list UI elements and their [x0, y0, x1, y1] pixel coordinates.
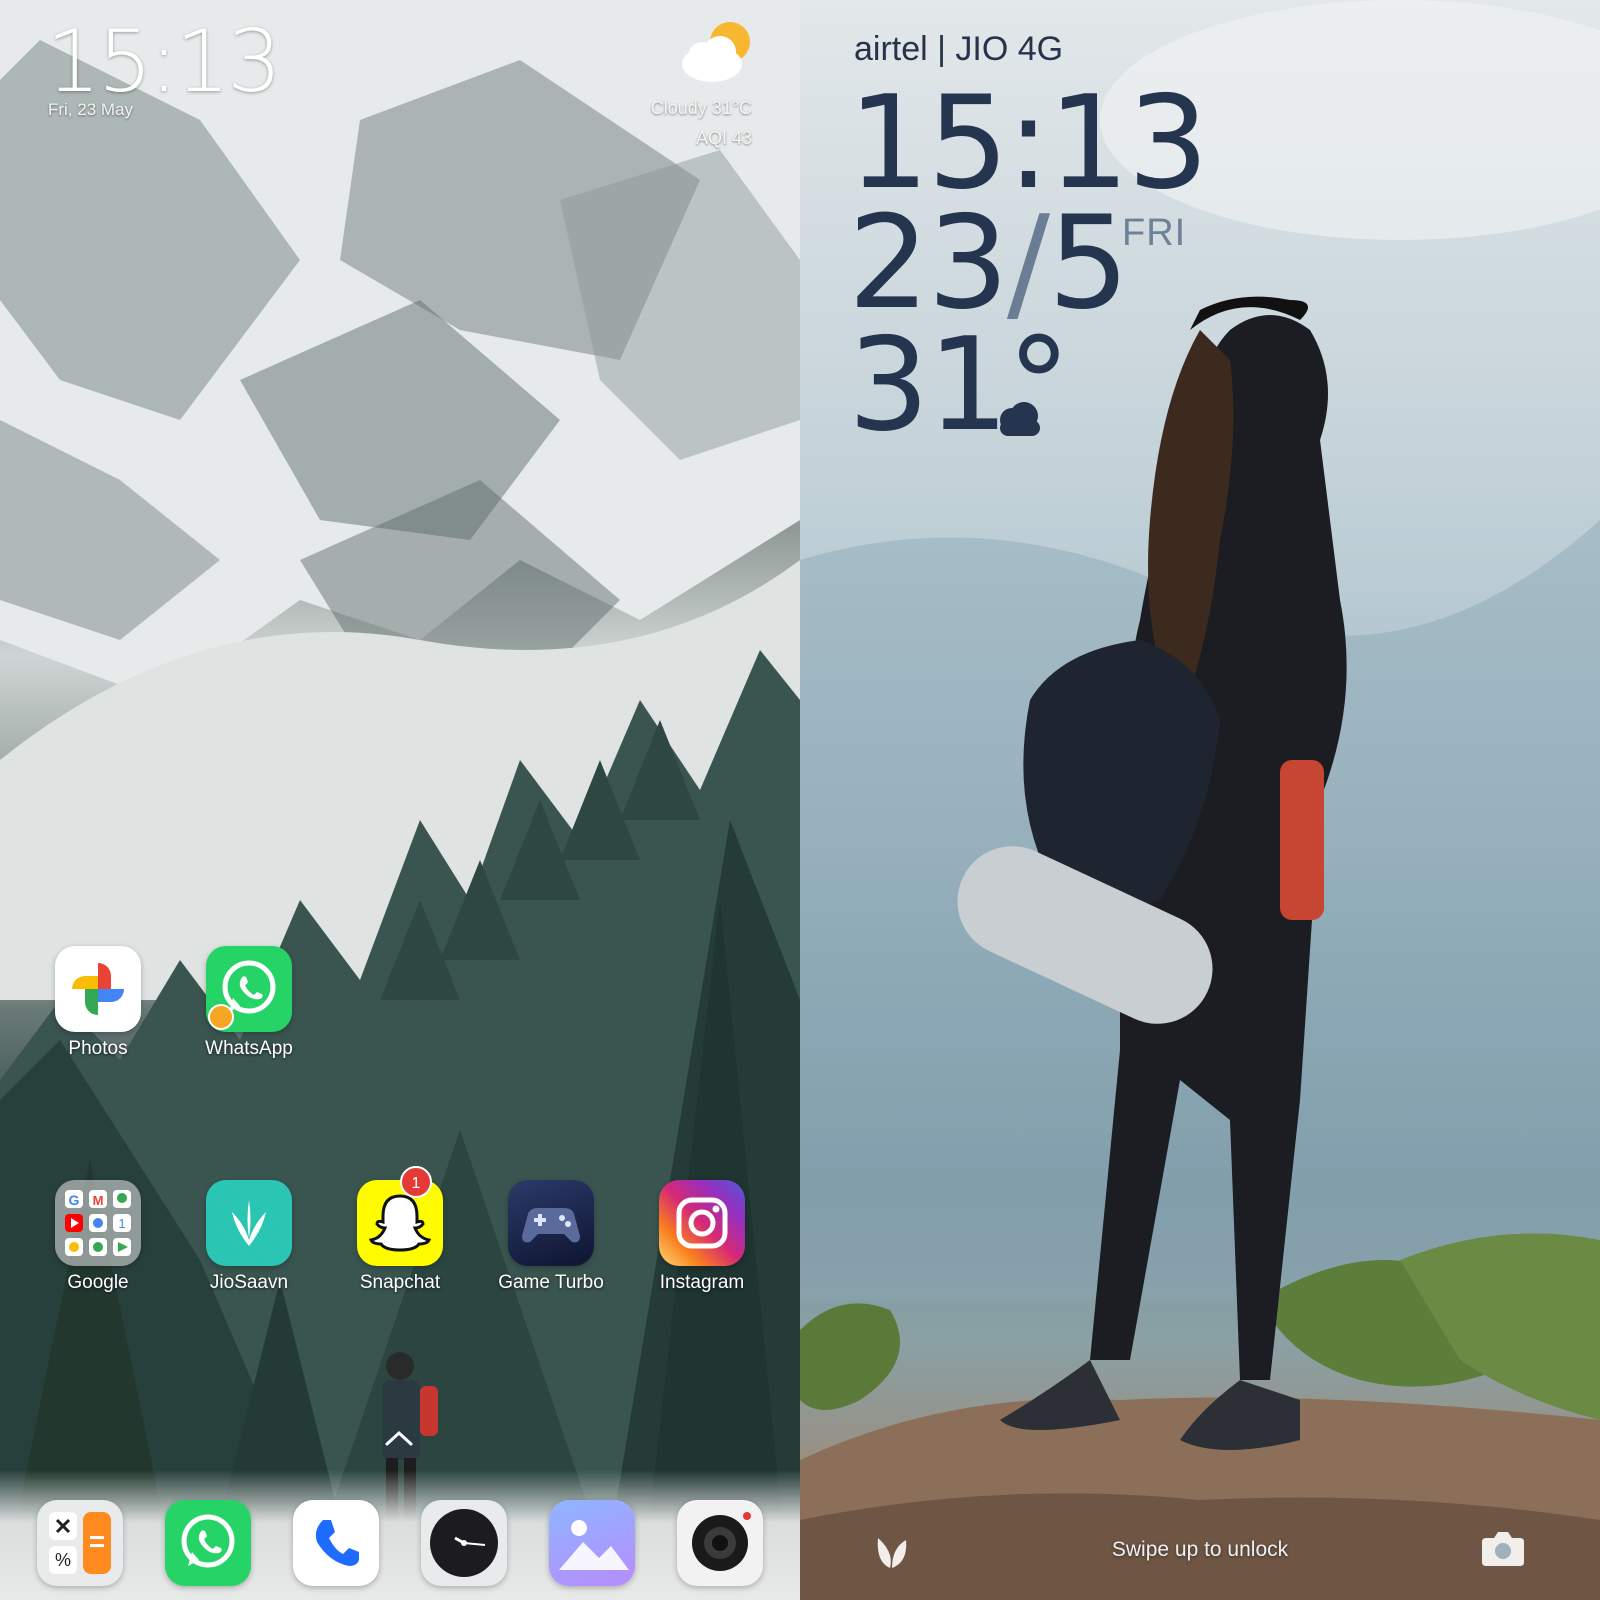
app-label: Photos: [68, 1038, 128, 1059]
partly-cloudy-icon[interactable]: [676, 18, 756, 88]
forest-wallpaper: [0, 650, 800, 1600]
home-weather-text[interactable]: Cloudy 31°C: [651, 98, 752, 119]
instagram-icon: [659, 1180, 745, 1266]
dock: %: [0, 1500, 800, 1590]
home-screen: 15:13 Fri, 23 May Cloudy 31°C AQI 43 Pho…: [0, 0, 800, 1600]
lock-weekday: FRI: [1122, 212, 1187, 254]
gamepad-icon: [508, 1180, 594, 1266]
home-aqi-text[interactable]: AQI 43: [696, 128, 752, 149]
app-label: Instagram: [659, 1272, 745, 1293]
clock-icon[interactable]: [421, 1500, 507, 1586]
lock-date: 23/5: [848, 200, 1129, 328]
app-game-turbo[interactable]: Game Turbo: [491, 1180, 611, 1294]
cloud-icon: [1000, 402, 1040, 436]
camera-icon[interactable]: [677, 1500, 763, 1586]
svg-text:%: %: [55, 1550, 71, 1570]
jiosaavn-icon: [206, 1180, 292, 1266]
home-date[interactable]: Fri, 23 May: [48, 100, 133, 120]
calculator-icon[interactable]: %: [37, 1500, 123, 1586]
app-label: JioSaavn: [209, 1272, 289, 1293]
app-folder-google[interactable]: G M 1 Google: [38, 1180, 158, 1294]
svg-text:1: 1: [118, 1216, 125, 1231]
gallery-icon[interactable]: [549, 1500, 635, 1586]
whatsapp-icon[interactable]: [165, 1500, 251, 1586]
carrier-label: airtel | JIO 4G: [854, 30, 1064, 68]
app-label: Snapchat: [359, 1272, 441, 1293]
app-label: Google: [67, 1272, 129, 1293]
home-clock[interactable]: 15:13: [46, 12, 282, 112]
snapchat-icon: [357, 1180, 443, 1266]
phone-icon[interactable]: [293, 1500, 379, 1586]
google-folder-icon: G M 1: [55, 1180, 141, 1266]
chevron-up-icon[interactable]: [384, 1428, 414, 1448]
svg-text:M: M: [93, 1193, 104, 1208]
app-label: Game Turbo: [498, 1272, 604, 1293]
app-whatsapp[interactable]: WhatsApp: [189, 946, 309, 1060]
snapchat-badge: 1: [400, 1166, 432, 1198]
google-photos-icon: [55, 946, 141, 1032]
whatsapp-icon: [206, 946, 292, 1032]
lock-screen: airtel | JIO 4G 15:13 23/5 FRI 31° Swipe…: [800, 0, 1600, 1600]
app-instagram[interactable]: Instagram: [642, 1180, 762, 1294]
dual-app-icon: [208, 1004, 234, 1030]
app-label: WhatsApp: [205, 1038, 293, 1059]
app-jiosaavn[interactable]: JioSaavn: [189, 1180, 309, 1294]
camera-icon[interactable]: [1480, 1528, 1526, 1568]
app-photos[interactable]: Photos: [38, 946, 158, 1060]
svg-text:G: G: [69, 1192, 80, 1208]
app-snapchat[interactable]: Snapchat: [340, 1180, 460, 1294]
